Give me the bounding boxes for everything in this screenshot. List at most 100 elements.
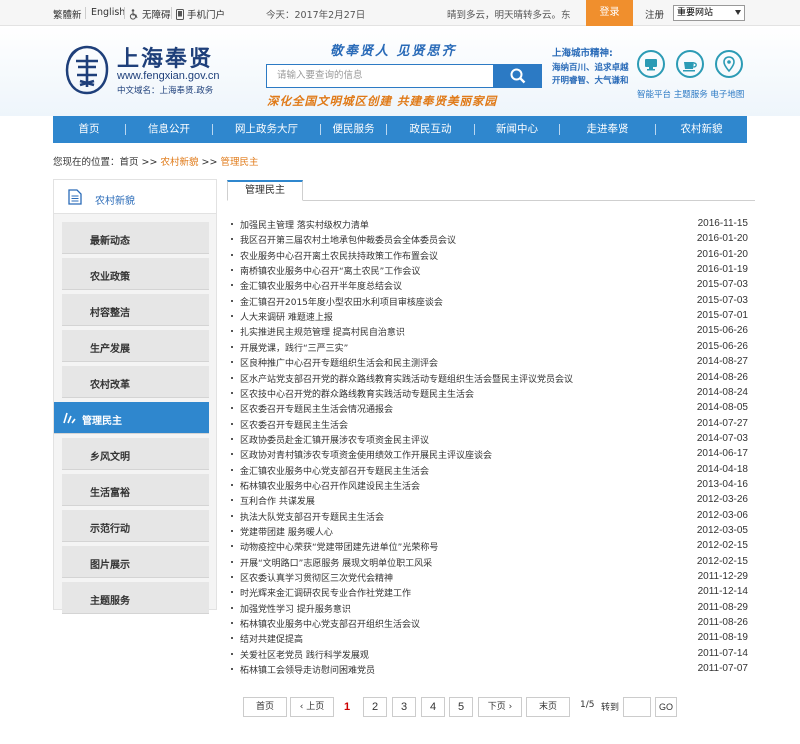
- sidebar-item[interactable]: 村容整洁: [62, 294, 209, 326]
- list-item[interactable]: 区农技中心召开党的群众路线教育实践活动专题民主生活会 2014-08-24: [228, 386, 753, 401]
- list-item[interactable]: 开展党课，践行“三严三实” 2015-06-26: [228, 340, 753, 355]
- list-item[interactable]: 金汇镇农业服务中心召开半年度总结会议 2015-07-03: [228, 278, 753, 293]
- list-item[interactable]: 关爱社区老党员 践行科学发展观 2011-07-14: [228, 647, 753, 662]
- go-button[interactable]: GO: [655, 697, 677, 717]
- article-title[interactable]: 关爱社区老党员 践行科学发展观: [240, 648, 369, 661]
- first-page-button[interactable]: 首页: [243, 697, 287, 717]
- article-title[interactable]: 开展党课，践行“三严三实”: [240, 341, 348, 354]
- article-title[interactable]: 加强民主管理 落实村级权力清单: [240, 218, 369, 231]
- page-number[interactable]: 2: [363, 697, 387, 717]
- page-number-current[interactable]: 1: [338, 697, 356, 717]
- list-item[interactable]: 时光辉来金汇调研农民专业合作社党建工作 2011-12-14: [228, 585, 753, 600]
- nav-about-fengxian[interactable]: 走进奉贤: [560, 116, 655, 143]
- article-title[interactable]: 区农委认真学习贯彻区三次党代会精神: [240, 571, 393, 584]
- nav-info-disclosure[interactable]: 信息公开: [126, 116, 212, 143]
- list-item[interactable]: 开展“文明路口”志愿服务 展现文明单位职工风采 2012-02-15: [228, 555, 753, 570]
- article-title[interactable]: 区农委召开专题民主生活会情况通报会: [240, 402, 393, 415]
- article-title[interactable]: 时光辉来金汇调研农民专业合作社党建工作: [240, 586, 411, 599]
- nav-online-services[interactable]: 网上政务大厅: [213, 116, 320, 143]
- article-title[interactable]: 区良种推广中心召开专题组织生活会和民主测评会: [240, 356, 438, 369]
- sidebar-item[interactable]: 生活富裕: [62, 474, 209, 506]
- list-item[interactable]: 区农委认真学习贯彻区三次党代会精神 2011-12-29: [228, 570, 753, 585]
- article-title[interactable]: 结对共建促提高: [240, 632, 303, 645]
- smart-platform-link[interactable]: [637, 50, 665, 78]
- article-title[interactable]: 区政协委员赴金汇镇开展涉农专项资金民主评议: [240, 433, 429, 446]
- article-title[interactable]: 执法大队党支部召开专题民主生活会: [240, 510, 384, 523]
- next-page-button[interactable]: 下页 ›: [478, 697, 522, 717]
- breadcrumb-prefix[interactable]: 您现在的位置：首页 >>: [53, 157, 157, 168]
- article-title[interactable]: 人大来调研 难题速上报: [240, 310, 333, 323]
- list-item[interactable]: 人大来调研 难题速上报 2015-07-01: [228, 309, 753, 324]
- list-item[interactable]: 区政协对青村镇涉农专项资金使用绩效工作开展民主评议座谈会 2014-06-17: [228, 447, 753, 462]
- article-title[interactable]: 金汇镇农业服务中心召开半年度总结会议: [240, 279, 402, 292]
- nav-news-center[interactable]: 新闻中心: [475, 116, 559, 143]
- list-item[interactable]: 扎实推进民主规范管理 提高村民自治意识 2015-06-26: [228, 324, 753, 339]
- list-item[interactable]: 柘林镇农业服务中心党支部召开组织生活会议 2011-08-26: [228, 616, 753, 631]
- list-item[interactable]: 党建带团建 服务暖人心 2012-03-05: [228, 524, 753, 539]
- accessibility-link[interactable]: 无障碍: [129, 7, 171, 21]
- list-item[interactable]: 柘林镇工会领导走访慰问困难党员 2011-07-07: [228, 662, 753, 677]
- list-item[interactable]: 农业服务中心召开离土农民扶持政策工作布置会议 2016-01-20: [228, 248, 753, 263]
- tab-manage-democracy[interactable]: 管理民主: [227, 180, 303, 201]
- list-item[interactable]: 我区召开第三届农村土地承包仲裁委员会全体委员会议 2016-01-20: [228, 232, 753, 247]
- nav-interaction[interactable]: 政民互动: [387, 116, 474, 143]
- sidebar-item[interactable]: 农村改革: [62, 366, 209, 398]
- article-title[interactable]: 互利合作 共谋发展: [240, 494, 315, 507]
- mobile-portal-link[interactable]: 手机门户: [176, 7, 225, 21]
- list-item[interactable]: 区农委召开专题民主生活会情况通报会 2014-08-05: [228, 401, 753, 416]
- article-title[interactable]: 金汇镇农业服务中心党支部召开专题民主生活会: [240, 464, 429, 477]
- sidebar-item[interactable]: 管理民主: [54, 402, 209, 434]
- article-title[interactable]: 动物疫控中心荣获“党建带团建先进单位”光荣称号: [240, 540, 438, 553]
- list-item[interactable]: 互利合作 共谋发展 2012-03-26: [228, 493, 753, 508]
- page-number[interactable]: 3: [392, 697, 416, 717]
- prev-page-button[interactable]: ‹ 上页: [290, 697, 334, 717]
- article-title[interactable]: 农业服务中心召开离土农民扶持政策工作布置会议: [240, 249, 438, 262]
- site-title[interactable]: 上海奉贤: [117, 41, 213, 73]
- register-link[interactable]: 注册: [645, 7, 664, 21]
- sidebar-item[interactable]: 乡风文明: [62, 438, 209, 470]
- article-title[interactable]: 开展“文明路口”志愿服务 展现文明单位职工风采: [240, 556, 432, 569]
- article-title[interactable]: 区农委召开专题民主生活会: [240, 418, 348, 431]
- list-item[interactable]: 结对共建促提高 2011-08-19: [228, 631, 753, 646]
- article-title[interactable]: 柘林镇工会领导走访慰问困难党员: [240, 663, 375, 676]
- sidebar-item[interactable]: 图片展示: [62, 546, 209, 578]
- list-item[interactable]: 南桥镇农业服务中心召开“离土农民”工作会议 2016-01-19: [228, 263, 753, 278]
- article-title[interactable]: 加强党性学习 提升服务意识: [240, 602, 351, 615]
- list-item[interactable]: 动物疫控中心荣获“党建带团建先进单位”光荣称号 2012-02-15: [228, 539, 753, 554]
- nav-home[interactable]: 首页: [53, 116, 125, 143]
- article-title[interactable]: 区水产站党支部召开党的群众路线教育实践活动专题组织生活会暨民主评议党员会议: [240, 372, 573, 385]
- sidebar-item[interactable]: 生产发展: [62, 330, 209, 362]
- list-item[interactable]: 加强民主管理 落实村级权力清单 2016-11-15: [228, 217, 753, 232]
- article-title[interactable]: 柘林镇农业服务中心召开作风建设民主生活会: [240, 479, 420, 492]
- list-item[interactable]: 区水产站党支部召开党的群众路线教育实践活动专题组织生活会暨民主评议党员会议 201…: [228, 371, 753, 386]
- list-item[interactable]: 金汇镇农业服务中心党支部召开专题民主生活会 2014-04-18: [228, 463, 753, 478]
- page-number[interactable]: 5: [449, 697, 473, 717]
- breadcrumb-level1[interactable]: 农村新貌: [160, 157, 198, 168]
- english-link[interactable]: English: [91, 7, 125, 18]
- article-title[interactable]: 区农技中心召开党的群众路线教育实践活动专题民主生活会: [240, 387, 474, 400]
- list-item[interactable]: 柘林镇农业服务中心召开作风建设民主生活会 2013-04-16: [228, 478, 753, 493]
- fengxian-seal-logo-icon[interactable]: [63, 45, 111, 95]
- sidebar-item[interactable]: 示范行动: [62, 510, 209, 542]
- login-button[interactable]: 登录: [586, 0, 633, 26]
- article-title[interactable]: 金汇镇召开2015年度小型农田水利项目审核座谈会: [240, 295, 443, 308]
- traditional-chinese-link[interactable]: 繁體新: [53, 7, 82, 21]
- search-input[interactable]: 请输入要查询的信息: [266, 64, 494, 88]
- breadcrumb-level2[interactable]: 管理民主: [220, 157, 258, 168]
- search-button[interactable]: [494, 64, 542, 88]
- sidebar-item[interactable]: 主题服务: [62, 582, 209, 614]
- article-title[interactable]: 区政协对青村镇涉农专项资金使用绩效工作开展民主评议座谈会: [240, 448, 492, 461]
- sidebar-item[interactable]: 最新动态: [62, 222, 209, 254]
- important-sites-select[interactable]: 重要网站: [673, 5, 745, 21]
- page-number[interactable]: 4: [421, 697, 445, 717]
- list-item[interactable]: 金汇镇召开2015年度小型农田水利项目审核座谈会 2015-07-03: [228, 294, 753, 309]
- last-page-button[interactable]: 末页: [526, 697, 570, 717]
- list-item[interactable]: 区农委召开专题民主生活会 2014-07-27: [228, 417, 753, 432]
- article-title[interactable]: 扎实推进民主规范管理 提高村民自治意识: [240, 325, 405, 338]
- list-item[interactable]: 加强党性学习 提升服务意识 2011-08-29: [228, 601, 753, 616]
- nav-rural-new-look[interactable]: 农村新貌: [656, 116, 747, 143]
- article-title[interactable]: 党建带团建 服务暖人心: [240, 525, 333, 538]
- theme-service-link[interactable]: [676, 50, 704, 78]
- article-title[interactable]: 南桥镇农业服务中心召开“离土农民”工作会议: [240, 264, 420, 277]
- list-item[interactable]: 区政协委员赴金汇镇开展涉农专项资金民主评议 2014-07-03: [228, 432, 753, 447]
